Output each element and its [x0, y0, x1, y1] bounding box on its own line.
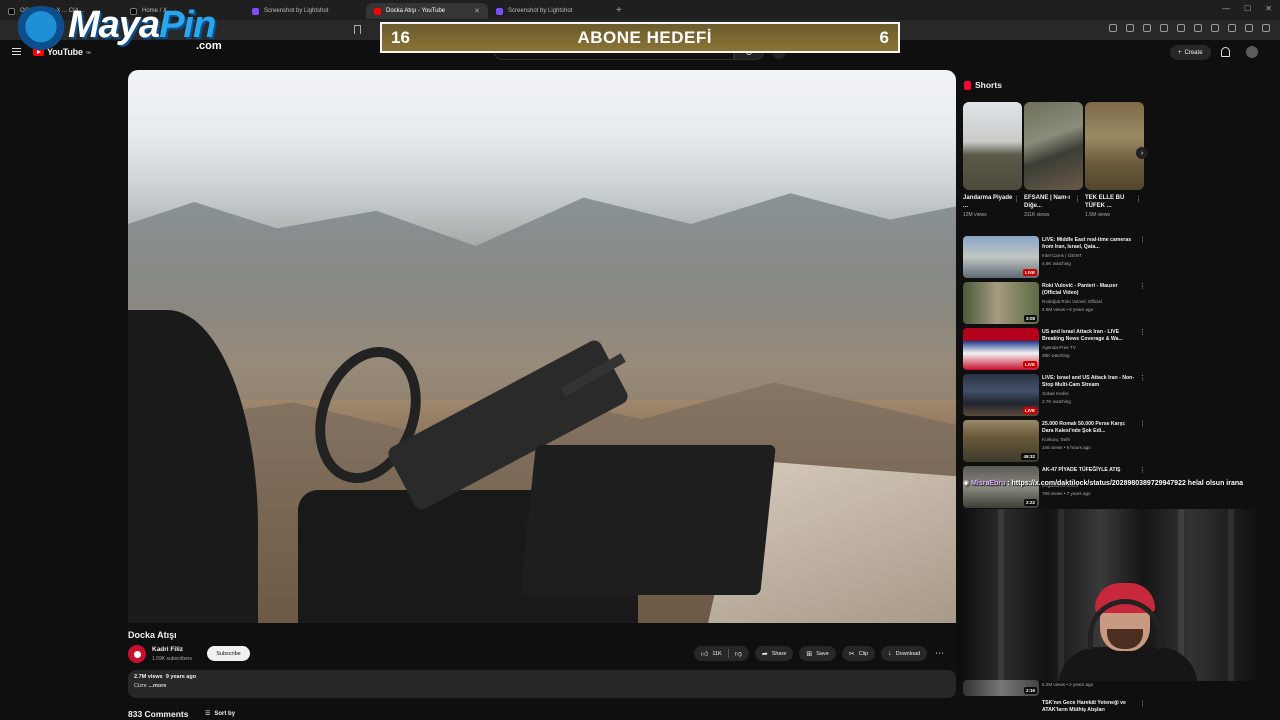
extension-icon[interactable] [1194, 24, 1202, 32]
minimize-icon[interactable]: — [1222, 4, 1230, 13]
mascot-logo-icon [12, 6, 70, 52]
description-box[interactable]: 2.7M views 9 years ago Cizre ...more [128, 670, 956, 698]
subscribe-button[interactable]: Subscribe [207, 646, 250, 661]
more-options-icon[interactable]: ⋮ [1139, 236, 1146, 244]
more-options-icon[interactable]: ⋮ [1139, 420, 1146, 428]
short-item[interactable]: TEK ELLE BU TÜFEK ... 1.5M views ⋮ [1085, 102, 1144, 218]
short-item[interactable]: EFSANE | Nam-ı Diğe... 311K views ⋮ [1024, 102, 1083, 218]
thumbs-up-icon: 👍︎ [701, 651, 709, 658]
video-thumbnail: LIVE [963, 374, 1039, 416]
description-text: Cizre [134, 683, 147, 689]
browser-tab-5[interactable]: Screenshot by Lightshot [488, 3, 610, 19]
extension-icon[interactable] [1109, 24, 1117, 32]
account-avatar[interactable] [1246, 46, 1258, 58]
recommended-video[interactable]: LIVE LIVE: Israel and US Attack Iran - N… [963, 374, 1146, 416]
chat-username: MisraEbru [971, 480, 1006, 487]
download-button[interactable]: ↓ Download [881, 646, 928, 661]
lightshot-icon [496, 7, 503, 15]
short-thumbnail [963, 102, 1022, 190]
more-options-icon[interactable]: ⋮ [1074, 195, 1081, 203]
channel-subscriber-count: 1.59K subscribers [152, 656, 193, 662]
more-options-icon[interactable]: ⋮ [1139, 700, 1146, 708]
video-title: Docka Atışı [128, 630, 177, 640]
video-actions: 👍︎ 11K 👎︎ ➦ Share ⊞ Save ✂ Clip ↓ Download ⋯ [694, 646, 944, 661]
extension-icon[interactable] [1245, 24, 1253, 32]
video-thumbnail: LIVE [963, 236, 1039, 278]
extension-icon[interactable] [1160, 24, 1168, 32]
browser-tab-3[interactable]: Screenshot by Lightshot [244, 3, 366, 19]
more-actions-icon[interactable]: ⋯ [935, 648, 944, 659]
new-tab-button[interactable]: + [616, 5, 622, 16]
share-icon: ➦ [761, 650, 768, 658]
chat-text: https://x.com/daktilock/status/202898038… [1011, 480, 1244, 487]
bookmark-icon: ⊞ [806, 650, 813, 658]
sort-comments-button[interactable]: ☰ Sort by [205, 710, 235, 718]
more-options-icon[interactable]: ⋮ [1139, 466, 1146, 474]
extension-icon[interactable] [1126, 24, 1134, 32]
save-button[interactable]: ⊞ Save [799, 646, 836, 661]
bookmark-icon[interactable] [354, 25, 361, 34]
chevron-right-icon[interactable]: › [1136, 147, 1148, 159]
video-thumbnail: 3:08 [963, 282, 1039, 324]
goal-current: 16 [391, 27, 410, 47]
more-options-icon[interactable]: ⋮ [1135, 195, 1142, 203]
video-thumbnail: 49:32 [963, 420, 1039, 462]
video-thumbnail: 2:16 [963, 680, 1039, 696]
short-thumbnail [1085, 102, 1144, 190]
download-icon: ↓ [888, 650, 892, 657]
plus-icon: + [1178, 49, 1182, 56]
shorts-heading: Shorts [964, 80, 1002, 90]
close-tab-icon[interactable]: ✕ [474, 7, 480, 15]
extension-icons [1109, 24, 1270, 32]
show-more-link[interactable]: ...more [148, 683, 166, 689]
streamer-webcam [958, 509, 1256, 681]
extension-icon[interactable] [1211, 24, 1219, 32]
close-window-icon[interactable]: ✕ [1265, 4, 1272, 13]
video-frame-ammo-box [520, 445, 776, 595]
channel-name[interactable]: Kadri Filiz [152, 646, 183, 653]
view-count: 2.7M views [134, 674, 163, 680]
channel-avatar[interactable] [128, 645, 146, 663]
recommended-video[interactable]: LIVE LIVE: Middle East real-time cameras… [963, 236, 1146, 278]
extension-icon[interactable] [1143, 24, 1151, 32]
extension-icon[interactable] [1228, 24, 1236, 32]
lightshot-icon [252, 7, 259, 15]
maximize-icon[interactable]: ☐ [1244, 4, 1251, 13]
thumbs-down-icon[interactable]: 👎︎ [735, 649, 742, 658]
comments-count: 833 Comments [128, 709, 189, 719]
subscriber-goal-bar: 16 ABONE HEDEFİ 6 [380, 22, 900, 53]
more-options-icon[interactable]: ⋮ [1139, 328, 1146, 336]
recommended-video[interactable]: LIVE US and Israel Attack Iran - LIVE Br… [963, 328, 1146, 370]
browser-tab-4-active[interactable]: Docka Atışı - YouTube ✕ [366, 3, 488, 19]
browser-menu-icon[interactable] [1262, 24, 1270, 32]
short-item[interactable]: Jandarma Piyade ... 12M views ⋮ [963, 102, 1022, 218]
window-controls: — ☐ ✕ [1222, 4, 1272, 13]
more-options-icon[interactable]: ⋮ [1013, 195, 1020, 203]
shorts-icon [964, 80, 971, 90]
more-options-icon[interactable]: ⋮ [1139, 282, 1146, 290]
recommended-video[interactable]: 2:16 5.2M views • 2 years ago TSK'nın Ge… [963, 680, 1146, 720]
notifications-bell-icon[interactable] [1221, 47, 1230, 57]
video-player[interactable] [128, 70, 956, 623]
recommended-video[interactable]: 49:32 25.000 Romalı 50.000 Perse Karşı: … [963, 420, 1146, 462]
short-thumbnail [1024, 102, 1083, 190]
mayapin-logo: MayaPin .com [4, 2, 236, 60]
like-button[interactable]: 👍︎ 11K 👎︎ [694, 646, 749, 661]
extension-icon[interactable] [1177, 24, 1185, 32]
upload-age: 9 years ago [165, 674, 197, 680]
goal-target: 6 [879, 27, 889, 47]
goal-title: ABONE HEDEFİ [577, 27, 712, 47]
scissors-icon: ✂ [848, 650, 855, 658]
share-button[interactable]: ➦ Share [754, 646, 794, 661]
chat-badge-icon: ◉ [963, 480, 970, 487]
create-button[interactable]: + Create [1170, 45, 1211, 60]
recommended-video[interactable]: 3:08 Roki Vulović - Panteri - Mauzer (Of… [963, 282, 1146, 324]
stream-chat-message: ◉ MisraEbru : https://x.com/daktilock/st… [963, 480, 1244, 487]
sort-icon: ☰ [205, 711, 211, 717]
video-thumbnail: LIVE [963, 328, 1039, 370]
clip-button[interactable]: ✂ Clip [841, 646, 876, 661]
more-options-icon[interactable]: ⋮ [1139, 374, 1146, 382]
youtube-icon [374, 7, 381, 15]
